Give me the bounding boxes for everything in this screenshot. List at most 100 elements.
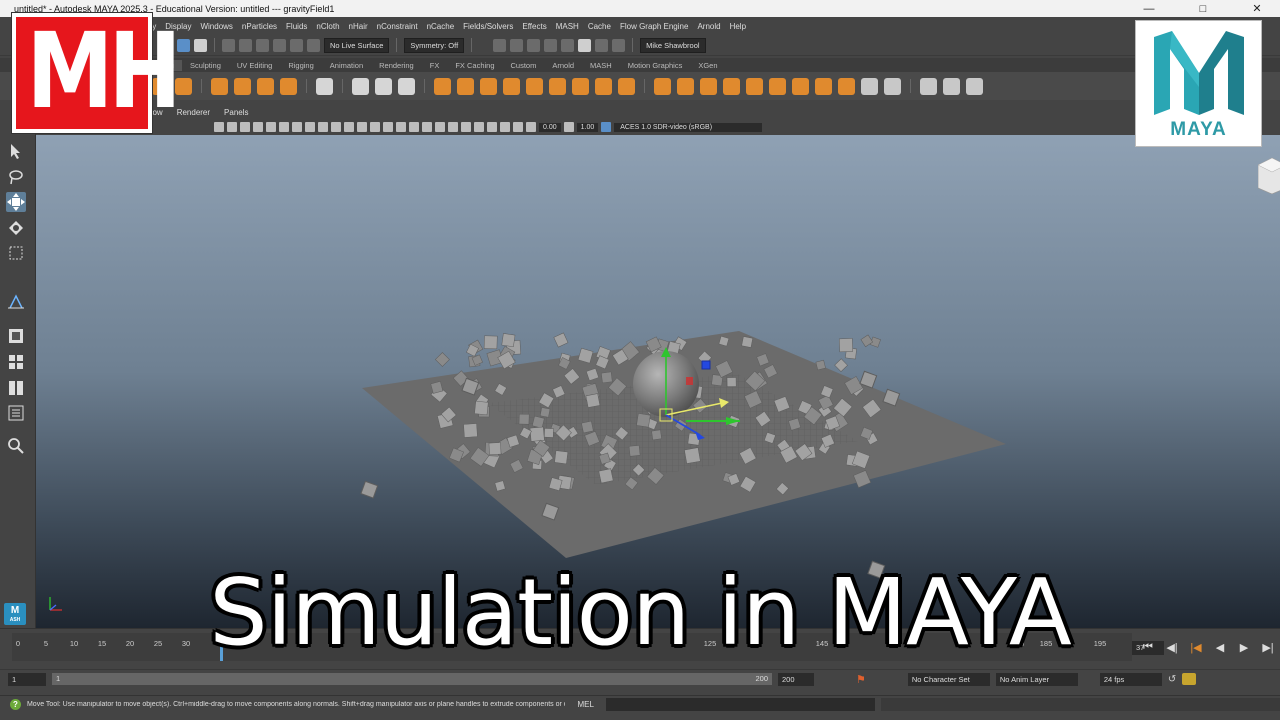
range-bar[interactable]: 1 200	[52, 673, 772, 685]
shelf-pencil-icon[interactable]	[966, 77, 983, 95]
select-component-icon[interactable]	[194, 38, 207, 52]
snap-view-plane-icon[interactable]	[273, 38, 286, 52]
panel-menu-item[interactable]: Renderer	[177, 108, 210, 117]
four-pane-layout-icon[interactable]	[6, 352, 26, 372]
shelf-collapse-icon[interactable]	[792, 77, 809, 95]
shelf-poke-icon[interactable]	[700, 77, 717, 95]
shelf-merge-icon[interactable]	[815, 77, 832, 95]
xray-joints-icon[interactable]	[500, 122, 510, 132]
shelf-extrude-icon[interactable]	[352, 77, 369, 95]
grid-toggle-icon[interactable]	[253, 122, 263, 132]
shelf-measure-icon[interactable]	[920, 77, 937, 95]
menu-item[interactable]: Arnold	[697, 22, 720, 31]
end-frame-field[interactable]: 200	[778, 672, 814, 686]
shelf-tab[interactable]: Motion Graphics	[620, 60, 691, 71]
shelf-tab[interactable]: Sculpting	[182, 60, 229, 71]
menu-item[interactable]: Help	[730, 22, 746, 31]
shelf-tab[interactable]: XGen	[690, 60, 725, 71]
shelf-tab[interactable]: Arnold	[544, 60, 582, 71]
loop-icon[interactable]: ↺	[1168, 674, 1176, 685]
command-line-input[interactable]	[605, 697, 876, 711]
shelf-tab[interactable]: FX	[422, 60, 448, 71]
view-transform-dropdown[interactable]: ACES 1.0 SDR-video (sRGB)	[614, 122, 763, 132]
ipr-render-icon[interactable]	[527, 38, 541, 52]
render-settings-icon[interactable]	[544, 38, 558, 52]
menu-item[interactable]: nConstraint	[377, 22, 418, 31]
arnold-ipr-icon[interactable]	[595, 38, 609, 52]
shelf-star-icon[interactable]	[211, 77, 228, 95]
xray-components-icon[interactable]	[513, 122, 523, 132]
shelf-svg-icon[interactable]	[280, 77, 297, 95]
close-icon[interactable]: ✕	[1234, 2, 1280, 15]
pause-icon[interactable]	[612, 38, 626, 52]
mel-label[interactable]: MEL	[571, 700, 599, 709]
auto-key-icon[interactable]: ⚑	[856, 673, 866, 686]
fps-dropdown[interactable]: 24 fps	[1099, 672, 1162, 686]
anim-layer-dropdown[interactable]: No Anim Layer	[995, 672, 1078, 686]
scale-tool-icon[interactable]	[6, 243, 26, 263]
snap-grid-icon[interactable]	[222, 38, 235, 52]
film-gate-icon[interactable]	[266, 122, 276, 132]
sound-icon[interactable]	[1182, 673, 1197, 685]
gamma-icon[interactable]	[563, 122, 574, 132]
depth-of-field-icon[interactable]	[461, 122, 471, 132]
rotate-tool-icon[interactable]	[6, 218, 26, 238]
snap-center-icon[interactable]	[307, 38, 320, 52]
shelf-unfold-icon[interactable]	[884, 77, 901, 95]
shelf-bridge-icon[interactable]	[398, 77, 415, 95]
shelf-mirror-icon[interactable]	[526, 77, 543, 95]
shelf-target-icon[interactable]	[677, 77, 694, 95]
shelf-duplicate-face-icon[interactable]	[746, 77, 763, 95]
arnold-render-icon[interactable]	[578, 38, 592, 52]
menu-item[interactable]: Windows	[200, 22, 232, 31]
shelf-torus-icon[interactable]	[175, 77, 192, 95]
shelf-extract-icon[interactable]	[769, 77, 786, 95]
snap-point-icon[interactable]	[256, 38, 269, 52]
gamma-field[interactable]: 1.00	[576, 122, 599, 132]
anti-aliasing-icon[interactable]	[448, 122, 458, 132]
outliner-layout-icon[interactable]	[6, 403, 26, 423]
shelf-sweep-icon[interactable]	[234, 77, 251, 95]
snap-live-icon[interactable]	[290, 38, 303, 52]
shelf-combine-icon[interactable]	[434, 77, 451, 95]
shelf-calculator-icon[interactable]	[316, 77, 333, 95]
single-pane-layout-icon[interactable]	[6, 326, 26, 346]
menu-item[interactable]: MASH	[556, 22, 579, 31]
select-tool-icon[interactable]	[6, 141, 26, 161]
shelf-tab[interactable]: MASH	[582, 60, 620, 71]
shelf-multicut-icon[interactable]	[654, 77, 671, 95]
gate-mask-icon[interactable]	[292, 122, 302, 132]
safe-action-icon[interactable]	[318, 122, 328, 132]
menu-item[interactable]: Effects	[522, 22, 546, 31]
shelf-insert-edge-icon[interactable]	[618, 77, 635, 95]
open-render-view-icon[interactable]	[493, 38, 507, 52]
symmetry-field[interactable]: Symmetry: Off	[404, 37, 465, 53]
shelf-bevel-edge-icon[interactable]	[595, 77, 612, 95]
shelf-tab[interactable]: FX Caching	[447, 60, 502, 71]
start-frame-field[interactable]: 1	[8, 672, 46, 686]
wireframe-icon[interactable]	[344, 122, 354, 132]
menu-item[interactable]: Flow Graph Engine	[620, 22, 688, 31]
shelf-uv-icon[interactable]	[861, 77, 878, 95]
two-pane-layout-icon[interactable]	[6, 378, 26, 398]
motion-blur-icon[interactable]	[435, 122, 445, 132]
lasso-tool-icon[interactable]	[6, 167, 26, 187]
smooth-shade-icon[interactable]	[357, 122, 367, 132]
menu-item[interactable]: nCloth	[316, 22, 339, 31]
shelf-tab[interactable]: Animation	[322, 60, 371, 71]
color-management-icon[interactable]	[601, 122, 612, 132]
field-chart-icon[interactable]	[305, 122, 315, 132]
menu-item[interactable]: nParticles	[242, 22, 277, 31]
menu-item[interactable]: Cache	[588, 22, 611, 31]
maximize-icon[interactable]: □	[1180, 3, 1226, 15]
shelf-target-weld-icon[interactable]	[572, 77, 589, 95]
wireframe-on-shaded-icon[interactable]	[370, 122, 380, 132]
shelf-tab[interactable]: Rigging	[280, 60, 321, 71]
render-frame-icon[interactable]	[510, 38, 524, 52]
minimize-icon[interactable]: —	[1126, 3, 1172, 15]
live-surface-field[interactable]: No Live Surface	[324, 37, 390, 53]
viewport-3d[interactable]	[36, 135, 1280, 628]
shelf-smooth-icon[interactable]	[480, 77, 497, 95]
select-object-icon[interactable]	[177, 38, 190, 52]
menu-item[interactable]: Fields/Solvers	[463, 22, 513, 31]
